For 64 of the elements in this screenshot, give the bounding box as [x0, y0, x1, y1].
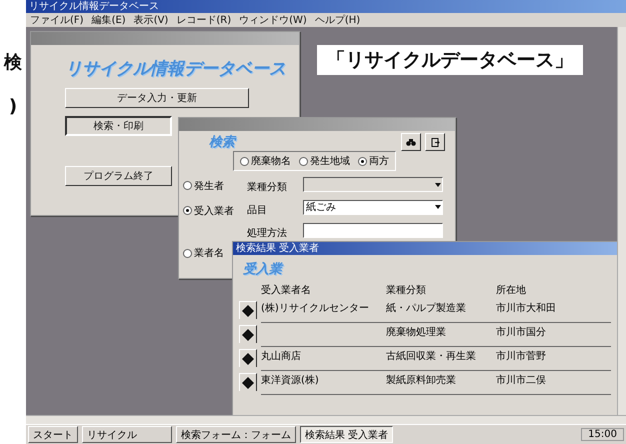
- radio-option[interactable]: 業者名: [183, 246, 224, 260]
- open-record-button[interactable]: [239, 349, 257, 367]
- form-button[interactable]: プログラム終了: [65, 166, 172, 186]
- table-cell: 市川市国分: [496, 323, 611, 347]
- diamond-icon: [242, 352, 254, 364]
- margin-text: 検: [4, 51, 22, 74]
- radio-option[interactable]: 発生者: [183, 178, 224, 192]
- radio-option[interactable]: 発生地域: [299, 154, 350, 168]
- diamond-icon: [242, 304, 254, 316]
- open-record-button[interactable]: [239, 373, 257, 391]
- binoculars-icon: [406, 138, 416, 146]
- table-cell: 古紙回収業・再生業: [386, 347, 496, 371]
- window-title: 検索結果 受入業者: [236, 242, 320, 254]
- dropdown-arrow-icon: [435, 182, 441, 186]
- menu-item[interactable]: レコード(R): [176, 14, 232, 26]
- table-cell: 市川市二俣: [496, 371, 611, 395]
- field-label: 業種分類: [247, 182, 287, 193]
- input-field[interactable]: [303, 222, 443, 238]
- radio-option[interactable]: 受入業者: [183, 204, 234, 218]
- menu-item[interactable]: ファイル(F): [30, 14, 84, 26]
- horizontal-scrollbar[interactable]: [26, 415, 626, 424]
- table-cell: (株)リサイクルセンター: [261, 299, 386, 323]
- combo-box[interactable]: [303, 177, 443, 192]
- column-header: 業種分類: [386, 284, 427, 298]
- diamond-icon: [242, 376, 254, 388]
- form-heading: 受入業: [243, 262, 282, 277]
- taskbar-button[interactable]: 検索結果 受入業者: [300, 426, 394, 443]
- combo-box[interactable]: 紙ごみ: [303, 200, 443, 215]
- diamond-icon: [242, 328, 254, 340]
- menu-item[interactable]: ウィンドウ(W): [239, 14, 307, 26]
- form-button[interactable]: 検索・印刷: [65, 116, 172, 136]
- start-button[interactable]: スタート: [28, 426, 78, 443]
- radio-option[interactable]: 廃棄物名: [240, 154, 291, 168]
- table-cell: 東洋資源(株): [261, 371, 386, 395]
- table-cell: 市川市菅野: [496, 347, 611, 371]
- table-cell: 廃棄物処理業: [386, 323, 496, 347]
- form-heading: リサイクル情報データベース: [65, 58, 287, 80]
- caption-label: 「リサイクルデータベース」: [317, 45, 583, 75]
- form-heading: 検索: [209, 134, 235, 151]
- door-icon: [430, 138, 440, 146]
- open-record-button[interactable]: [239, 325, 257, 343]
- clock: 15:00: [581, 428, 624, 441]
- table-cell: 製紙原料卸売業: [386, 371, 496, 395]
- taskbar-button[interactable]: 検索フォーム：フォーム: [176, 426, 296, 443]
- search-button[interactable]: [401, 133, 421, 151]
- column-header: 所在地: [496, 284, 527, 298]
- form-button[interactable]: データ入力・更新: [65, 88, 249, 108]
- taskbar-button[interactable]: リサイクル: [82, 426, 172, 443]
- open-record-button[interactable]: [239, 301, 257, 319]
- window-title: リサイクル情報データベース: [29, 0, 159, 12]
- field-label: 処理方法: [247, 228, 287, 238]
- menu-item[interactable]: 編集(E): [92, 14, 126, 26]
- dropdown-arrow-icon: [435, 205, 441, 210]
- table-cell: 市川市大和田: [496, 299, 611, 323]
- field-label: 品目: [247, 204, 267, 216]
- menu-item[interactable]: ヘルプ(H): [314, 14, 360, 26]
- column-header: 受入業者名: [261, 284, 312, 298]
- radio-option[interactable]: 両方: [358, 154, 389, 168]
- table-cell: 紙・パルプ製造業: [386, 299, 496, 323]
- margin-text: ): [8, 96, 18, 117]
- menu-item[interactable]: 表示(V): [134, 14, 168, 26]
- table-cell: 丸山商店: [261, 347, 386, 371]
- vertical-scrollbar[interactable]: [617, 27, 626, 415]
- exit-button[interactable]: [425, 133, 445, 151]
